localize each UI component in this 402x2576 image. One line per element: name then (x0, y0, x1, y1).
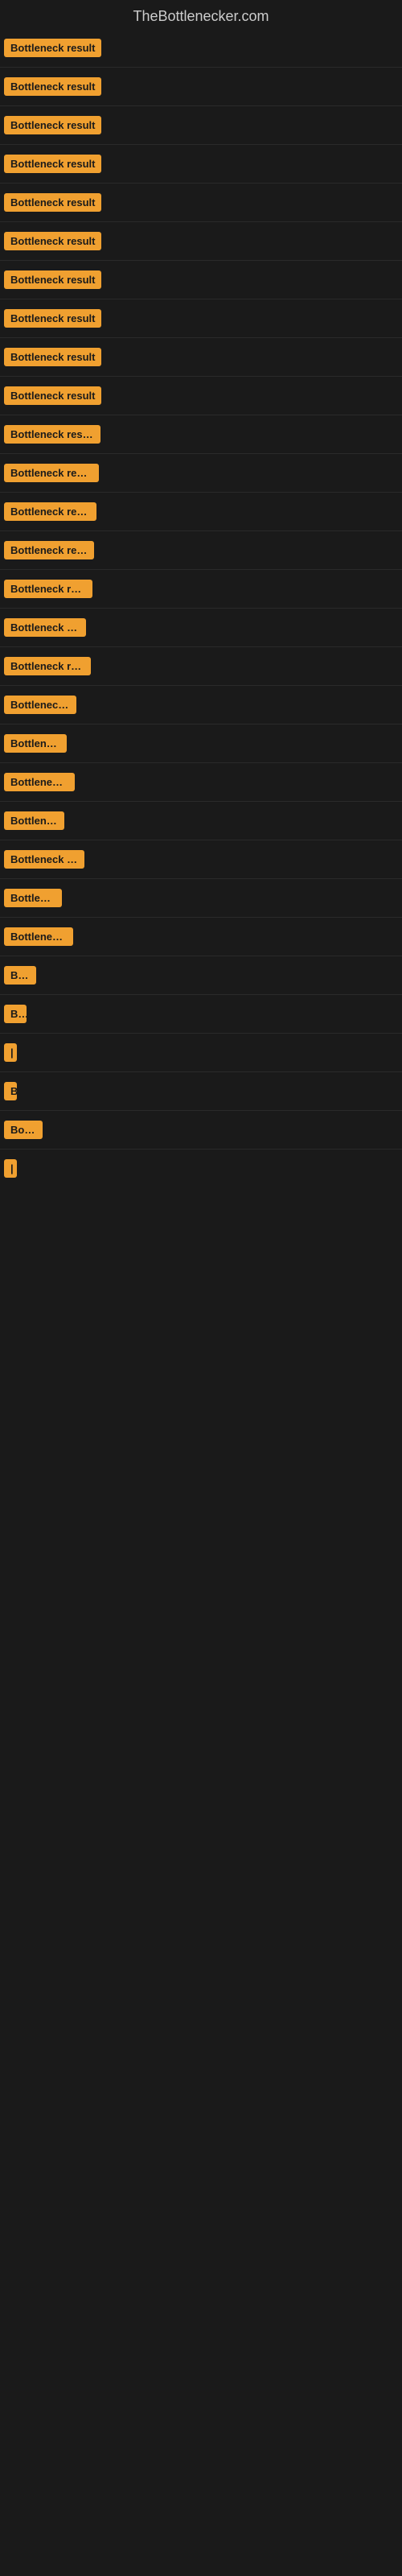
bottleneck-item: Bottleneck r (4, 924, 402, 949)
bottleneck-badge[interactable]: Bottleneck result (4, 464, 99, 482)
bottleneck-badge[interactable]: | (4, 1043, 17, 1062)
bottleneck-item: Bott (4, 963, 402, 988)
bottleneck-section: Bo (0, 995, 402, 1034)
bottleneck-item: Bottleneck result (4, 229, 402, 254)
bottleneck-badge[interactable]: Bo (4, 1005, 27, 1023)
bottleneck-badge[interactable]: Bottleneck result (4, 39, 101, 57)
bottleneck-section: Bottle (0, 1111, 402, 1150)
bottleneck-item: Bottleneck result (4, 306, 402, 331)
bottleneck-badge[interactable]: Bottle (4, 1121, 43, 1139)
bottleneck-item: Bottleneck r (4, 770, 402, 795)
bottleneck-section: Bottleneck result (0, 415, 402, 454)
bottleneck-item: Bottleneck r (4, 692, 402, 717)
bottleneck-section: Bottlenec (0, 879, 402, 918)
bottleneck-badge[interactable]: Bottleneck result (4, 116, 101, 134)
bottleneck-item: Bottleneck result (4, 538, 402, 563)
bottleneck-badge[interactable]: Bottleneck r (4, 696, 76, 714)
bottleneck-badge[interactable]: Bottleneck r (4, 927, 73, 946)
bottleneck-badge[interactable]: B (4, 1082, 17, 1100)
bottleneck-badge[interactable]: Bottleneck (4, 734, 67, 753)
bottleneck-badge[interactable]: Bottleneck result (4, 348, 101, 366)
bottleneck-item: | (4, 1040, 402, 1065)
bottleneck-section: B (0, 1072, 402, 1111)
bottleneck-item: Bottleneck (4, 731, 402, 756)
bottleneck-item: Bottlenec (4, 886, 402, 910)
bottleneck-section: Bottleneck (0, 724, 402, 763)
bottleneck-section: Bott (0, 956, 402, 995)
bottleneck-section: | (0, 1034, 402, 1072)
bottleneck-item: Bottleneck result (4, 460, 402, 485)
bottleneck-section: Bottleneck result (0, 647, 402, 686)
bottleneck-item: B (4, 1079, 402, 1104)
site-title-container: TheBottlenecker.com (0, 0, 402, 29)
bottleneck-badge[interactable]: Bottleneck (4, 811, 64, 830)
bottleneck-section: Bottleneck r (0, 686, 402, 724)
bottleneck-item: Bottleneck result (4, 113, 402, 138)
bottleneck-badge[interactable]: | (4, 1159, 17, 1178)
bottleneck-section: Bottleneck result (0, 145, 402, 184)
bottleneck-item: Bottleneck result (4, 151, 402, 176)
bottleneck-section: Bottleneck result (0, 338, 402, 377)
bottleneck-section: Bottleneck result (0, 29, 402, 68)
bottleneck-badge[interactable]: Bottleneck result (4, 270, 101, 289)
bottleneck-section: Bottleneck result (0, 68, 402, 106)
site-title: TheBottlenecker.com (0, 0, 402, 29)
bottleneck-section: | (0, 1150, 402, 1187)
bottleneck-badge[interactable]: Bottleneck res (4, 850, 84, 869)
bottleneck-badge[interactable]: Bottleneck result (4, 425, 100, 444)
bottleneck-section: Bottleneck result (0, 531, 402, 570)
bottleneck-section: Bottleneck result (0, 493, 402, 531)
bottleneck-badge[interactable]: Bottleneck result (4, 580, 92, 598)
bottleneck-badge[interactable]: Bottleneck result (4, 386, 101, 405)
bottleneck-list: Bottleneck result Bottleneck result Bottle… (0, 29, 402, 1187)
bottleneck-item: | (4, 1156, 402, 1181)
bottleneck-item: Bottle (4, 1117, 402, 1142)
bottleneck-item: Bottleneck result (4, 654, 402, 679)
bottleneck-item: Bottleneck result (4, 267, 402, 292)
bottleneck-item: Bo (4, 1001, 402, 1026)
bottleneck-section: Bottleneck result (0, 184, 402, 222)
bottleneck-section: Bottleneck result (0, 299, 402, 338)
bottleneck-item: Bottleneck result (4, 576, 402, 601)
bottleneck-section: Bottleneck result (0, 454, 402, 493)
bottleneck-badge[interactable]: Bottleneck result (4, 502, 96, 521)
bottleneck-badge[interactable]: Bottlenec (4, 889, 62, 907)
bottleneck-item: Bottleneck result (4, 35, 402, 60)
bottleneck-section: Bottleneck result (0, 570, 402, 609)
bottleneck-section: Bottleneck res (0, 840, 402, 879)
bottleneck-section: Bottleneck r (0, 918, 402, 956)
bottleneck-badge[interactable]: Bottleneck result (4, 193, 101, 212)
bottleneck-badge[interactable]: Bottleneck result (4, 309, 101, 328)
bottleneck-item: Bottleneck (4, 808, 402, 833)
bottleneck-item: Bottleneck result (4, 499, 402, 524)
bottleneck-badge[interactable]: Bott (4, 966, 36, 985)
bottleneck-section: Bottleneck result (0, 106, 402, 145)
bottleneck-item: Bottleneck res (4, 847, 402, 872)
bottleneck-item: Bottleneck result (4, 422, 402, 447)
bottleneck-section: Bottleneck result (0, 377, 402, 415)
bottleneck-badge[interactable]: Bottleneck result (4, 155, 101, 173)
bottleneck-badge[interactable]: Bottleneck result (4, 541, 94, 559)
bottleneck-badge[interactable]: Bottleneck result (4, 77, 101, 96)
bottleneck-section: Bottleneck result (0, 222, 402, 261)
bottleneck-badge[interactable]: Bottleneck result (4, 232, 101, 250)
bottleneck-section: Bottleneck r (0, 763, 402, 802)
bottleneck-item: Bottleneck result (4, 74, 402, 99)
bottleneck-item: Bottleneck result (4, 190, 402, 215)
bottleneck-section: Bottleneck res (0, 609, 402, 647)
bottleneck-badge[interactable]: Bottleneck result (4, 657, 91, 675)
bottleneck-badge[interactable]: Bottleneck r (4, 773, 75, 791)
bottleneck-item: Bottleneck result (4, 345, 402, 369)
bottleneck-item: Bottleneck res (4, 615, 402, 640)
bottleneck-badge[interactable]: Bottleneck res (4, 618, 86, 637)
bottleneck-section: Bottleneck (0, 802, 402, 840)
bottleneck-section: Bottleneck result (0, 261, 402, 299)
bottleneck-item: Bottleneck result (4, 383, 402, 408)
